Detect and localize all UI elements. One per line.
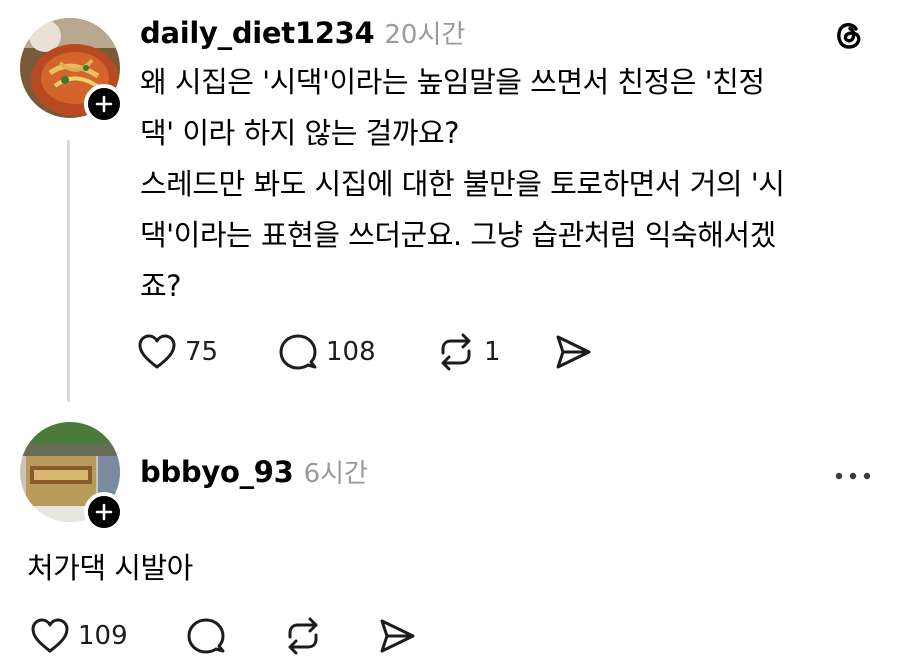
post-text-line: 댁'이라는 표현을 쓰더군요. 그냥 습관처럼 익숙해서겠	[140, 218, 776, 252]
heart-icon	[31, 618, 69, 653]
more-options-icon[interactable]	[834, 466, 872, 485]
reply-button[interactable]: 108	[278, 333, 376, 371]
send-icon	[556, 335, 591, 369]
thread-line	[67, 140, 70, 402]
comment-icon	[187, 618, 225, 654]
follow-button[interactable]	[84, 84, 124, 124]
post-header: bbbyo_93 6시간	[140, 453, 368, 490]
post-text-line: 처가댁 시발아	[27, 551, 193, 585]
heart-icon	[138, 334, 176, 369]
post-text-line: 왜 시집은 '시댁'이라는 높임말을 쓰면서 친정은 '친정	[140, 65, 765, 99]
post-text-line: 죠?	[140, 269, 182, 303]
send-icon	[380, 619, 415, 653]
repost-button[interactable]	[283, 617, 323, 655]
username[interactable]: bbbyo_93	[140, 455, 294, 489]
like-button[interactable]: 75	[137, 333, 218, 371]
reply-button[interactable]	[186, 617, 226, 655]
repost-icon	[441, 333, 471, 371]
share-button[interactable]	[553, 333, 593, 371]
repost-button[interactable]: 1	[436, 333, 501, 371]
plus-icon	[95, 95, 113, 113]
like-button[interactable]: 109	[30, 617, 128, 655]
post-text-line: 댁' 이라 하지 않는 걸까요?	[140, 116, 460, 150]
threads-logo-icon	[832, 18, 866, 56]
post-body: 왜 시집은 '시댁'이라는 높임말을 쓰면서 친정은 '친정 댁' 이라 하지 …	[140, 57, 785, 312]
post-header: daily_diet1234 20시간	[140, 14, 465, 51]
follow-button[interactable]	[84, 492, 124, 532]
reply-count: 108	[326, 337, 376, 367]
repost-icon	[288, 617, 318, 655]
like-count: 75	[185, 337, 219, 367]
timestamp: 20시간	[384, 20, 466, 50]
username[interactable]: daily_diet1234	[140, 16, 375, 50]
comment-icon	[279, 334, 317, 370]
like-count: 109	[78, 621, 128, 651]
share-button[interactable]	[377, 617, 417, 655]
plus-icon	[95, 503, 113, 521]
post-text-line: 스레드만 봐도 시집에 대한 불만을 토로하면서 거의 '시	[140, 167, 785, 201]
repost-count: 1	[484, 337, 501, 367]
timestamp: 6시간	[303, 459, 368, 489]
